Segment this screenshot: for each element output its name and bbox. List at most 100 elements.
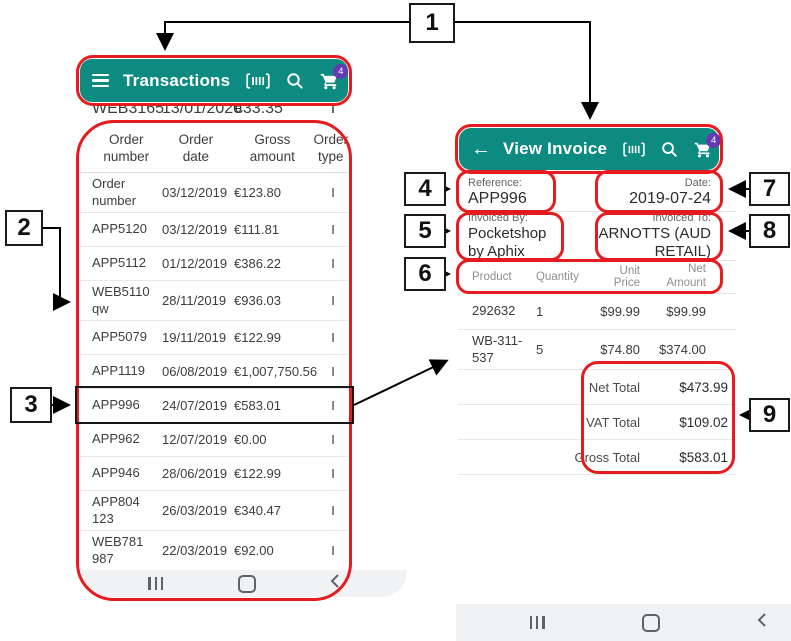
tutorial-page: Transactions 4 WEB3165 13/01/2020 €33.35… xyxy=(0,0,791,641)
transactions-table-header: Order number Order date Gross amount Ord… xyxy=(80,125,348,173)
transaction-row-selected[interactable]: APP99624/07/2019€583.01I xyxy=(80,389,348,423)
order-type-cell: I xyxy=(318,543,348,558)
callout-box-2: 2 xyxy=(5,210,43,246)
transaction-row[interactable]: APP512003/12/2019€111.81I xyxy=(80,213,348,247)
callout-number: 6 xyxy=(418,260,431,288)
gross-amount-cell: €122.99 xyxy=(234,466,318,481)
order-date-cell: 06/08/2019 xyxy=(162,364,234,379)
invoice-line-item[interactable]: WB-311-5375$74.80$374.00 xyxy=(458,330,736,370)
callout-box-6: 6 xyxy=(404,257,446,291)
invoice-line-item[interactable]: 2926321$99.99$99.99 xyxy=(458,294,736,330)
transactions-appbar: Transactions 4 xyxy=(80,59,348,102)
column-header-net-amount: Net Amount xyxy=(640,263,706,291)
total-label: Gross Total xyxy=(574,450,640,465)
invoice-total-row: VAT Total $109.02 xyxy=(458,405,736,440)
net-amount-cell: $374.00 xyxy=(640,342,706,358)
invoiced-to-field: Invoiced To: ARNOTTS (AUD RETAIL) xyxy=(597,214,711,259)
date-value: 2019-07-24 xyxy=(597,190,711,208)
gross-amount-cell: €583.01 xyxy=(234,398,318,413)
column-header-quantity: Quantity xyxy=(536,271,594,283)
invoice-date-field: Date: 2019-07-24 xyxy=(597,172,711,212)
invoice-total-row: Gross Total$583.01 xyxy=(458,440,736,475)
transaction-row[interactable]: WEB781 98722/03/2019€92.00I xyxy=(80,531,348,571)
invoice-page-title: View Invoice xyxy=(503,139,607,159)
callout-number: 3 xyxy=(24,391,37,419)
callout-number: 1 xyxy=(425,9,438,37)
transaction-row[interactable]: APP507919/11/2019€122.99I xyxy=(80,321,348,355)
order-type-cell: I xyxy=(318,364,348,379)
cart-icon[interactable]: 4 xyxy=(694,140,713,159)
transactions-table: Order number Order date Gross amount Ord… xyxy=(80,125,348,571)
order-date-cell: 13/01/2020 xyxy=(162,104,234,118)
order-number-cell: APP804 123 xyxy=(92,494,162,527)
back-chevron-icon[interactable] xyxy=(330,573,340,594)
gross-amount-cell: €386.22 xyxy=(234,256,318,271)
partial-transaction-row[interactable]: WEB3165 13/01/2020 €33.35 I xyxy=(80,104,348,121)
order-number-cell: APP5120 xyxy=(92,221,162,237)
android-navbar-right xyxy=(456,604,791,641)
cart-icon[interactable]: 4 xyxy=(320,71,340,91)
callout-box-7: 7 xyxy=(749,172,790,206)
column-header-order-date: Order date xyxy=(161,132,232,165)
callout-box-8: 8 xyxy=(749,214,790,248)
date-label: Date: xyxy=(597,177,711,189)
order-type-cell: I xyxy=(318,432,348,447)
quantity-cell: 1 xyxy=(536,304,594,319)
gross-amount-cell: €92.00 xyxy=(234,543,318,558)
total-value: $109.02 xyxy=(656,415,728,430)
transaction-row[interactable]: APP96212/07/2019€0.00I xyxy=(80,423,348,457)
column-header-unit-price: Unit Price xyxy=(594,265,640,289)
transaction-row[interactable]: APP804 12326/03/2019€340.47I xyxy=(80,491,348,531)
order-type-cell: I xyxy=(318,398,348,413)
barcode-scan-icon[interactable] xyxy=(623,142,645,157)
callout-number: 9 xyxy=(763,401,776,429)
reference-value: APP996 xyxy=(468,190,554,208)
invoice-table-header: Product Quantity Unit Price Net Amount xyxy=(458,261,736,294)
transaction-row[interactable]: WEB5110 qw28/11/2019€936.03I xyxy=(80,281,348,321)
order-date-cell: 03/12/2019 xyxy=(162,222,234,237)
callout-number: 2 xyxy=(17,214,30,242)
order-type-cell: I xyxy=(318,185,348,200)
order-number-cell: APP996 xyxy=(92,397,162,413)
transaction-row[interactable]: APP511201/12/2019€386.22I xyxy=(80,247,348,281)
transaction-row[interactable]: APP111906/08/2019€1,007,750.56I xyxy=(80,355,348,389)
home-icon[interactable] xyxy=(238,575,256,593)
unit-price-cell: $74.80 xyxy=(594,342,640,357)
gross-amount-cell: €0.00 xyxy=(234,432,318,447)
invoice-reference-field: Reference: APP996 xyxy=(468,172,554,212)
order-number-cell: APP5112 xyxy=(92,255,162,271)
order-date-cell: 28/11/2019 xyxy=(162,293,234,308)
order-number-cell: APP1119 xyxy=(92,363,162,379)
hamburger-menu-icon[interactable] xyxy=(92,74,109,87)
gross-amount-cell: €936.03 xyxy=(234,293,318,308)
gross-amount-cell: €1,007,750.56 xyxy=(234,364,318,379)
unit-price-cell: $99.99 xyxy=(594,304,640,319)
callout-box-3: 3 xyxy=(10,387,52,423)
order-date-cell: 03/12/2019 xyxy=(162,185,234,200)
search-icon[interactable] xyxy=(286,72,304,90)
column-header-order-type: Order type xyxy=(313,132,348,165)
cart-badge: 4 xyxy=(333,64,348,79)
order-date-cell: 01/12/2019 xyxy=(162,256,234,271)
transaction-row[interactable]: APP94628/06/2019€122.99I xyxy=(80,457,348,491)
order-date-cell: 28/06/2019 xyxy=(162,466,234,481)
home-icon[interactable] xyxy=(642,614,660,632)
total-label: VAT Total xyxy=(586,415,640,430)
back-arrow-icon[interactable]: ← xyxy=(471,139,491,159)
callout-box-4: 4 xyxy=(404,172,446,206)
order-number-cell: Order number xyxy=(92,176,162,209)
barcode-scan-icon[interactable] xyxy=(246,73,270,89)
order-type-cell: I xyxy=(318,466,348,481)
recents-icon[interactable] xyxy=(148,577,163,590)
product-cell: WB-311-537 xyxy=(472,333,536,366)
transaction-row[interactable]: Order number03/12/2019€123.80I xyxy=(80,173,348,213)
order-number-cell: APP946 xyxy=(92,465,162,481)
search-icon[interactable] xyxy=(661,141,678,158)
invoice-total-row: Net Total$473.99 xyxy=(458,370,736,405)
android-navbar-left xyxy=(81,570,407,597)
invoice-items-table: Product Quantity Unit Price Net Amount 2… xyxy=(458,261,736,475)
recents-icon[interactable] xyxy=(530,616,545,629)
column-header-order-number: Order number xyxy=(92,132,161,165)
back-chevron-icon[interactable] xyxy=(757,612,767,633)
order-number-cell: WEB5110 qw xyxy=(92,284,162,317)
